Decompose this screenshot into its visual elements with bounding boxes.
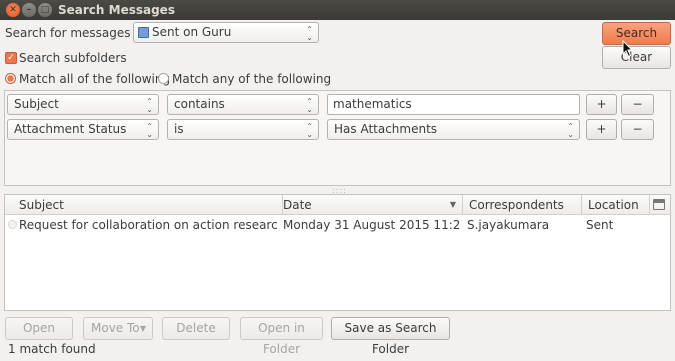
- search-button[interactable]: Search: [602, 22, 671, 45]
- row-subject: Request for collaboration on action rese…: [19, 218, 277, 232]
- search-subfolders-checkbox[interactable]: ✓: [5, 52, 17, 64]
- dropdown-arrow-icon: ▼: [139, 324, 146, 333]
- chevron-down-icon: ⌄: [306, 105, 313, 114]
- rule-1-remove-button[interactable]: −: [621, 94, 654, 115]
- minimize-window-icon[interactable]: –: [22, 3, 36, 17]
- rule-2-field-select[interactable]: Attachment Status ⌃ ⌄: [7, 119, 159, 140]
- unread-status-icon[interactable]: [8, 220, 17, 229]
- search-subfolders-label: Search subfolders: [19, 51, 127, 65]
- close-window-icon[interactable]: ✕: [6, 3, 20, 17]
- delete-button[interactable]: Delete: [162, 317, 230, 340]
- rule-2-operator-value: is: [174, 122, 184, 136]
- status-text: 1 match found: [8, 342, 96, 356]
- row-correspondents: S.jayakumara: [467, 218, 550, 232]
- chevron-down-icon: ⌄: [306, 33, 313, 42]
- mouse-cursor-icon: [622, 40, 634, 58]
- row-location: Sent: [586, 218, 614, 232]
- rule-2-value-select[interactable]: Has Attachments ⌃ ⌄: [327, 119, 580, 140]
- column-header-subject[interactable]: Subject: [13, 195, 283, 215]
- rule-2-value-text: Has Attachments: [334, 122, 438, 136]
- rule-1-operator-value: contains: [174, 97, 225, 111]
- folder-select-value: Sent on Guru: [152, 25, 232, 39]
- folder-select[interactable]: Sent on Guru ⌃ ⌄: [133, 22, 319, 43]
- column-header-date[interactable]: Date ▼: [279, 195, 463, 215]
- column-picker-icon[interactable]: [653, 199, 665, 210]
- match-any-radio[interactable]: [158, 73, 169, 84]
- rule-1-value-text: mathematics: [333, 97, 412, 111]
- move-to-button[interactable]: Move To ▼: [83, 317, 153, 340]
- search-in-label: Search for messages in:: [5, 26, 150, 40]
- open-button[interactable]: Open: [5, 317, 73, 340]
- chevron-down-icon: ⌄: [306, 130, 313, 139]
- move-to-label: Move To: [91, 321, 140, 335]
- open-in-folder-button[interactable]: Open in Folder: [240, 317, 323, 356]
- save-as-search-folder-button[interactable]: Save as Search Folder: [331, 317, 450, 356]
- maximize-window-icon[interactable]: □: [38, 3, 52, 17]
- results-table: Subject Date ▼ Correspondents Location R…: [4, 194, 671, 311]
- column-header-location[interactable]: Location: [582, 195, 650, 215]
- chevron-down-icon: ⌄: [567, 130, 574, 139]
- column-header-date-label: Date: [283, 198, 312, 212]
- rule-1-field-select[interactable]: Subject ⌃ ⌄: [7, 94, 159, 115]
- rule-2-remove-button[interactable]: −: [621, 119, 654, 140]
- match-all-label: Match all of the following: [19, 72, 171, 86]
- clear-button[interactable]: Clear: [602, 46, 671, 69]
- rule-1-add-button[interactable]: +: [586, 94, 617, 115]
- chevron-down-icon: ⌄: [146, 105, 153, 114]
- window-titlebar: ✕ – □ Search Messages: [0, 0, 675, 20]
- column-header-correspondents[interactable]: Correspondents: [463, 195, 582, 215]
- rule-2-operator-select[interactable]: is ⌃ ⌄: [167, 119, 319, 140]
- chevron-down-icon: ⌄: [146, 130, 153, 139]
- rule-1-value-input[interactable]: mathematics: [327, 94, 580, 115]
- sort-descending-icon: ▼: [449, 200, 456, 209]
- rule-1-field-value: Subject: [14, 97, 59, 111]
- match-any-label: Match any of the following: [172, 72, 332, 86]
- match-all-radio[interactable]: [5, 73, 16, 84]
- rule-2-field-value: Attachment Status: [14, 122, 127, 136]
- row-date: Monday 31 August 2015 11:24 AM: [283, 218, 461, 232]
- results-header: Subject Date ▼ Correspondents Location: [5, 195, 670, 215]
- rule-1-operator-select[interactable]: contains ⌃ ⌄: [167, 94, 319, 115]
- window-title: Search Messages: [58, 3, 175, 17]
- folder-icon: [138, 27, 149, 38]
- rule-2-add-button[interactable]: +: [586, 119, 617, 140]
